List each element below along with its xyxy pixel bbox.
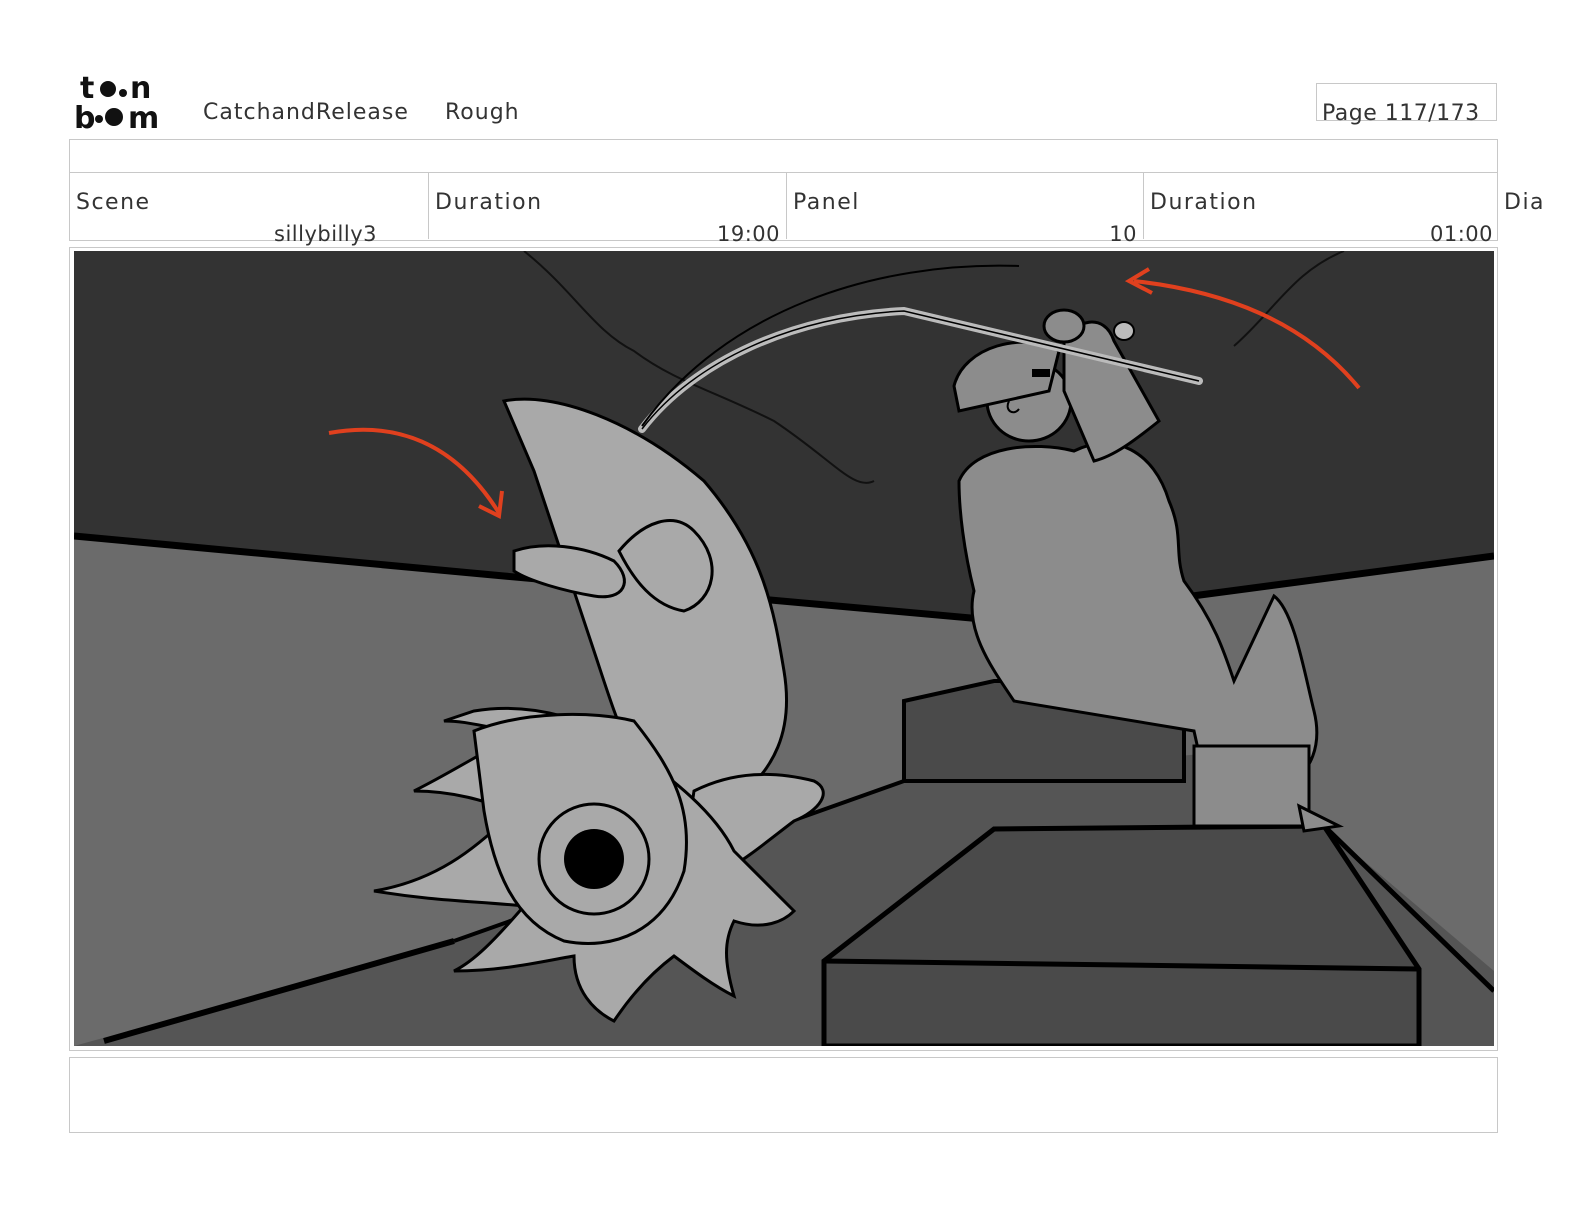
storyboard-panel-image <box>74 251 1494 1046</box>
dialogue-label: Dia <box>1504 190 1546 215</box>
svg-text:m: m <box>128 101 159 134</box>
panel-value: 10 <box>1109 222 1137 246</box>
info-row: Scene sillybilly3 Duration 19:00 Panel 1… <box>69 173 1499 246</box>
panel-label: Panel <box>793 190 860 215</box>
panel-duration-label: Duration <box>1150 190 1258 215</box>
scene-value: sillybilly3 <box>274 222 377 246</box>
page-number: Page 117/173 <box>1322 101 1480 126</box>
scene-label: Scene <box>76 190 151 215</box>
project-name: CatchandRelease <box>203 100 409 125</box>
stage-label: Rough <box>445 100 520 125</box>
panel-duration-cell: Duration 01:00 <box>1143 173 1499 246</box>
panel-duration-value: 01:00 <box>1429 222 1493 246</box>
notes-box <box>69 1057 1498 1133</box>
title-strip <box>69 139 1498 173</box>
scene-duration-value: 19:00 <box>716 222 780 246</box>
scene-cell: Scene sillybilly3 <box>70 173 428 246</box>
scene-duration-label: Duration <box>435 190 543 215</box>
toon-boom-logo: t n b m <box>74 72 159 134</box>
svg-text:b: b <box>74 101 95 134</box>
scene-duration-cell: Duration 19:00 <box>428 173 786 246</box>
panel-cell: Panel 10 <box>786 173 1143 246</box>
